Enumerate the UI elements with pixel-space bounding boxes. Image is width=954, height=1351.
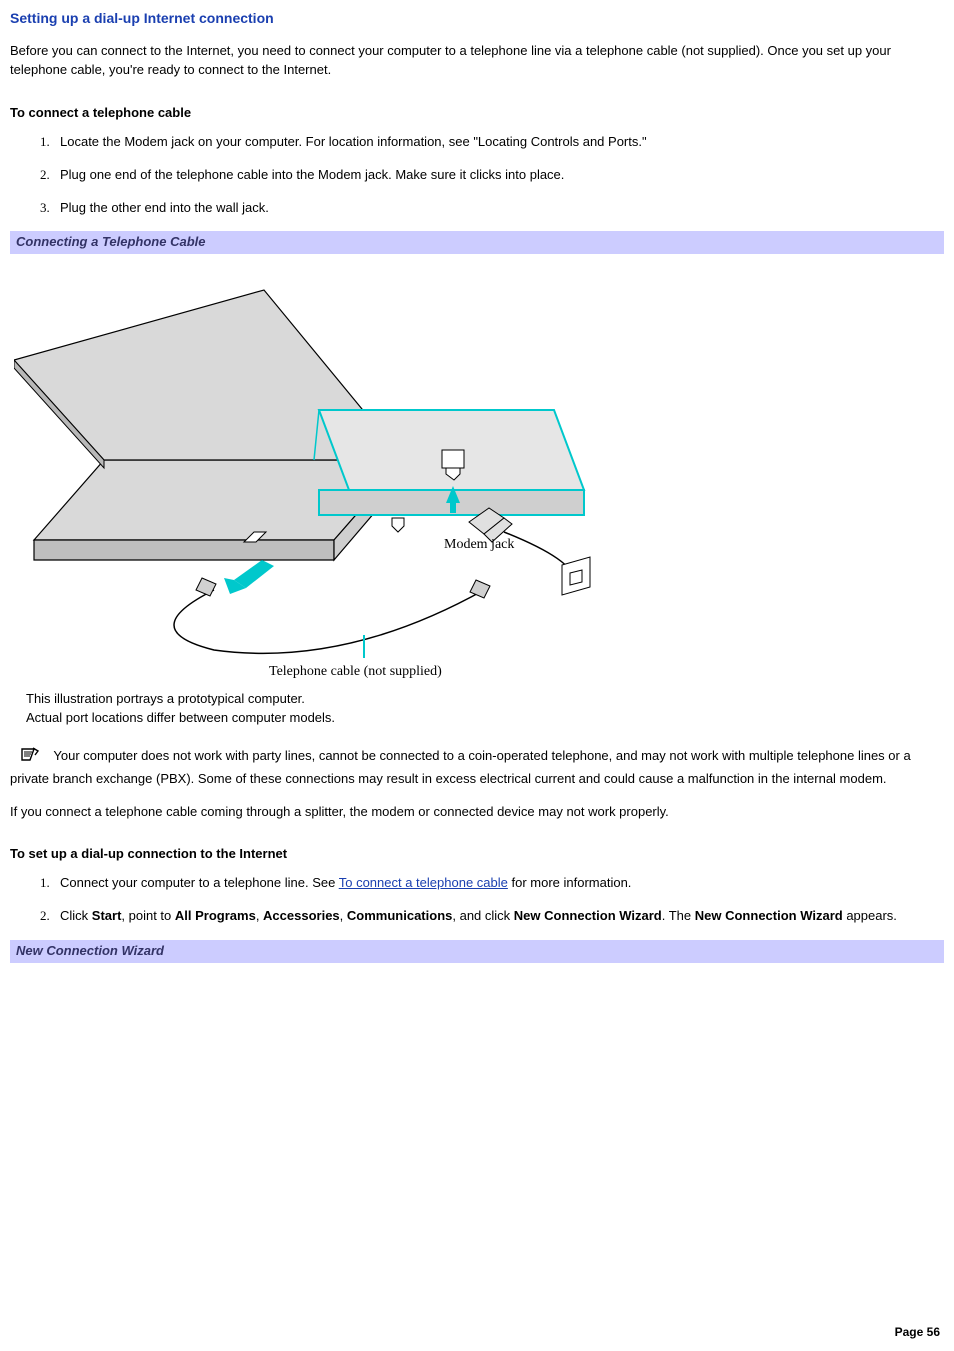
step-text: Locate the Modem jack on your computer. … [60,134,647,149]
figure-caption-band-2: New Connection Wizard [10,940,944,963]
note-text: Your computer does not work with party l… [10,748,911,786]
figure-caption-band: Connecting a Telephone Cable [10,231,944,254]
step-number: 2. [40,166,50,185]
steps-dialup-setup: 1. Connect your computer to a telephone … [10,874,944,926]
figure-note-line: Actual port locations differ between com… [26,709,614,728]
list-item: 2. Click Start, point to All Programs, A… [10,907,944,926]
list-item: 1. Locate the Modem jack on your compute… [10,133,944,152]
figure-telephone-cable: Modem jack Telephone cable (not supplied… [14,260,614,728]
step-number: 3. [40,199,50,218]
ui-label-new-connection-wizard: New Connection Wizard [514,908,662,923]
step-number: 2. [40,907,50,926]
figure-footnote: This illustration portrays a prototypica… [26,690,614,728]
ui-label-start: Start [92,908,122,923]
subheading-dialup-setup: To set up a dial-up connection to the In… [10,845,944,864]
ui-label-accessories: Accessories [263,908,340,923]
steps-connect-cable: 1. Locate the Modem jack on your compute… [10,133,944,218]
ui-label-communications: Communications [347,908,452,923]
laptop-modem-diagram: Modem jack Telephone cable (not supplied… [14,260,614,680]
list-item: 1. Connect your computer to a telephone … [10,874,944,893]
step-text: Click Start, point to All Programs, Acce… [60,908,897,923]
step-text: Connect your computer to a telephone lin… [60,875,631,890]
page-number: Page 56 [895,1324,940,1341]
page-title: Setting up a dial-up Internet connection [10,8,944,28]
link-connect-telephone-cable[interactable]: To connect a telephone cable [339,875,508,890]
label-modem-jack: Modem jack [444,537,514,552]
ui-label-new-connection-wizard-2: New Connection Wizard [695,908,843,923]
list-item: 2. Plug one end of the telephone cable i… [10,166,944,185]
step-number: 1. [40,133,50,152]
step-text: Plug the other end into the wall jack. [60,200,269,215]
figure-note-line: This illustration portrays a prototypica… [26,690,614,709]
label-cable-caption: Telephone cable (not supplied) [269,664,442,679]
step-number: 1. [40,874,50,893]
note-icon [20,746,40,770]
list-item: 3. Plug the other end into the wall jack… [10,199,944,218]
ui-label-all-programs: All Programs [175,908,256,923]
subheading-connect-cable: To connect a telephone cable [10,104,944,123]
step-text: Plug one end of the telephone cable into… [60,167,564,182]
note-paragraph-2: If you connect a telephone cable coming … [10,803,944,822]
note-paragraph: Your computer does not work with party l… [10,746,944,789]
intro-paragraph: Before you can connect to the Internet, … [10,42,944,80]
